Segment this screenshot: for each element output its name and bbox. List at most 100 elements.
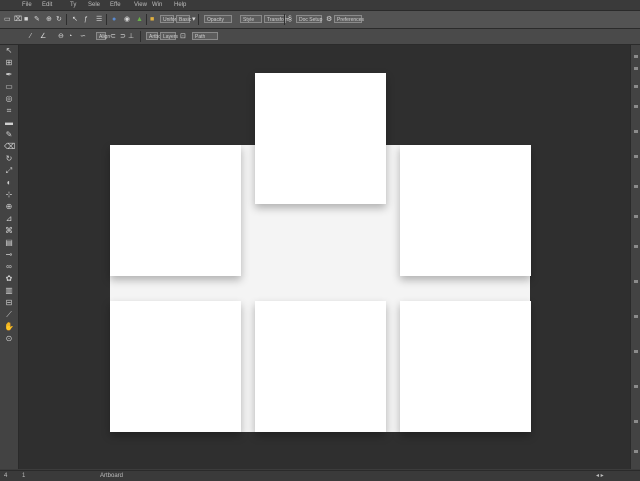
toolbar-separator	[146, 14, 147, 25]
artboard-middle-left[interactable]	[110, 145, 241, 276]
symbol-sprayer-tool-icon[interactable]: ✿	[4, 274, 14, 283]
menu-bar: File Edit Ty Sele Effe View Win Help	[0, 0, 640, 11]
layers-button[interactable]: Layers	[160, 32, 178, 40]
globe-icon[interactable]: ●	[112, 15, 116, 24]
transform-field[interactable]: Transform	[264, 15, 290, 23]
panel-toggle-icon[interactable]	[634, 350, 638, 353]
paintbrush-tool-icon[interactable]: ▬	[4, 118, 14, 127]
brush-icon[interactable]: ✎	[34, 15, 40, 24]
align-button[interactable]: Align	[96, 32, 110, 40]
arrow-icon[interactable]: ↖	[72, 15, 78, 24]
menu-window[interactable]: Win	[152, 0, 162, 10]
panel-toggle-icon[interactable]	[634, 450, 638, 453]
opacity-field[interactable]: Opacity	[204, 15, 232, 23]
panel-toggle-icon[interactable]	[634, 105, 638, 108]
artboard-bottom-right[interactable]	[400, 301, 531, 432]
artboard-middle-right[interactable]	[400, 145, 531, 276]
zoom-tool-icon[interactable]: ⊙	[4, 334, 14, 343]
menu-help[interactable]: Help	[174, 0, 186, 10]
corner-icon[interactable]: ◔	[68, 32, 72, 41]
menu-view[interactable]: View	[134, 0, 147, 10]
panel-toggle-icon[interactable]	[634, 280, 638, 283]
path-button[interactable]: Path	[192, 32, 218, 40]
panel-toggle-icon[interactable]	[634, 385, 638, 388]
artboard-bottom-left[interactable]	[110, 301, 241, 432]
rectangle-tool-icon[interactable]: ⌗	[4, 106, 14, 115]
column-graph-tool-icon[interactable]: ▥	[4, 286, 14, 295]
pen-tool-icon[interactable]: ✒	[4, 70, 14, 79]
type-tool-icon[interactable]: ▭	[4, 82, 14, 91]
rotate-icon[interactable]: ↻	[56, 15, 62, 24]
eraser-tool-icon[interactable]: ⌫	[4, 142, 15, 151]
width-tool-icon[interactable]: ◐	[4, 178, 14, 187]
application-toolbar: ▭ ⌧ ■ ✎ ⊕ ↻ ↖ ƒ ☰ ● ◉ ▲ ■ Uniform Basic …	[0, 11, 640, 29]
panel-toggle-icon[interactable]	[634, 420, 638, 423]
line-tool-icon[interactable]: ◎	[4, 94, 14, 103]
panel-toggle-icon[interactable]	[634, 55, 638, 58]
panel-toggle-icon[interactable]	[634, 215, 638, 218]
panel-toggle-icon[interactable]	[634, 67, 638, 70]
preferences-button[interactable]: Preferences	[334, 15, 364, 23]
new-file-icon[interactable]: ▭	[4, 15, 11, 24]
control-bar: ⁄ ∠ ⊖ ◔ ∽ Align ⊂ ⊃ ⊥ Artboards Layers ⊡…	[0, 29, 640, 45]
toolbar-separator	[284, 14, 285, 25]
panel-toggle-icon[interactable]	[634, 185, 638, 188]
settings-icon[interactable]: ⚙	[326, 15, 332, 24]
eyedropper-tool-icon[interactable]: ⊸	[4, 250, 14, 259]
panel-toggle-icon[interactable]	[634, 155, 638, 158]
menu-type[interactable]: Ty	[70, 0, 76, 10]
document-setup-button[interactable]: Doc Setup	[296, 15, 322, 23]
menu-file[interactable]: File	[22, 0, 32, 10]
menu-effect[interactable]: Effe	[110, 0, 121, 10]
stroke-color-icon[interactable]: ▲	[136, 15, 143, 24]
artboard-top-center[interactable]	[255, 73, 386, 204]
rotate-tool-icon[interactable]: ↻	[4, 154, 14, 163]
text-style-icon[interactable]: ƒ	[84, 15, 88, 24]
menu-edit[interactable]: Edit	[42, 0, 52, 10]
curve-icon[interactable]: ∽	[80, 32, 86, 41]
stroke-weight-field[interactable]: Uniform	[160, 15, 181, 23]
blend-tool-icon[interactable]: ∞	[4, 262, 14, 271]
brush-definition-icon[interactable]: ▾	[192, 15, 196, 24]
fill-color-icon[interactable]: ■	[24, 15, 28, 24]
scale-tool-icon[interactable]: ⤢	[4, 166, 14, 175]
panel-toggle-icon[interactable]	[634, 85, 638, 88]
reflect-icon[interactable]: ⊥	[128, 32, 134, 41]
mesh-tool-icon[interactable]: ⌘	[4, 226, 14, 235]
artboard-tool-icon[interactable]: ⊟	[4, 298, 14, 307]
artboard-bottom-center[interactable]	[255, 301, 386, 432]
link-icon[interactable]: ⊕	[46, 15, 52, 24]
toolbar-separator	[66, 14, 67, 25]
pencil-tool-icon[interactable]: ✎	[4, 130, 14, 139]
panel-toggle-icon[interactable]	[634, 315, 638, 318]
gradient-tool-icon[interactable]: ▤	[4, 238, 14, 247]
eye-icon[interactable]: ◉	[124, 15, 130, 24]
style-field[interactable]: Style	[240, 15, 262, 23]
swatch-icon[interactable]: ■	[150, 15, 154, 24]
panel-toggle-icon[interactable]	[634, 130, 638, 133]
document-icon[interactable]: §	[288, 15, 292, 24]
hand-tool-icon[interactable]: ✋	[4, 322, 14, 331]
slice-tool-icon[interactable]: ⟋	[4, 310, 14, 319]
transform-icon[interactable]: ⊃	[120, 32, 126, 41]
menu-select[interactable]: Sele	[88, 0, 100, 10]
canvas-area[interactable]	[19, 45, 630, 469]
open-folder-icon[interactable]: ⌧	[14, 15, 22, 24]
link-icon[interactable]: ⊡	[180, 32, 186, 41]
variable-width-field[interactable]: Basic	[176, 15, 191, 23]
pen-icon[interactable]: ∠	[40, 32, 46, 41]
direct-selection-tool-icon[interactable]: ⊞	[4, 58, 14, 67]
toolbar-separator	[198, 14, 199, 25]
anchor-icon[interactable]: ⊖	[58, 32, 64, 41]
artboards-button[interactable]: Artboards	[146, 32, 171, 40]
shape-builder-tool-icon[interactable]: ⊕	[4, 202, 14, 211]
panel-toggle-icon[interactable]	[634, 245, 638, 248]
free-transform-tool-icon[interactable]: ⊹	[4, 190, 14, 199]
align-left-icon[interactable]: ⁄	[30, 32, 31, 41]
selection-tool-icon[interactable]: ↖	[4, 46, 14, 55]
perspective-tool-icon[interactable]: ⊿	[4, 214, 14, 223]
path-icon[interactable]: ⊂	[110, 32, 116, 41]
properties-icon[interactable]: ☰	[96, 15, 102, 24]
right-panel-dock	[630, 45, 640, 469]
tools-panel: ↖ ⊞ ✒ ▭ ◎ ⌗ ▬ ✎ ⌫ ↻ ⤢ ◐ ⊹ ⊕ ⊿ ⌘ ▤ ⊸ ∞ ✿ …	[0, 45, 19, 469]
